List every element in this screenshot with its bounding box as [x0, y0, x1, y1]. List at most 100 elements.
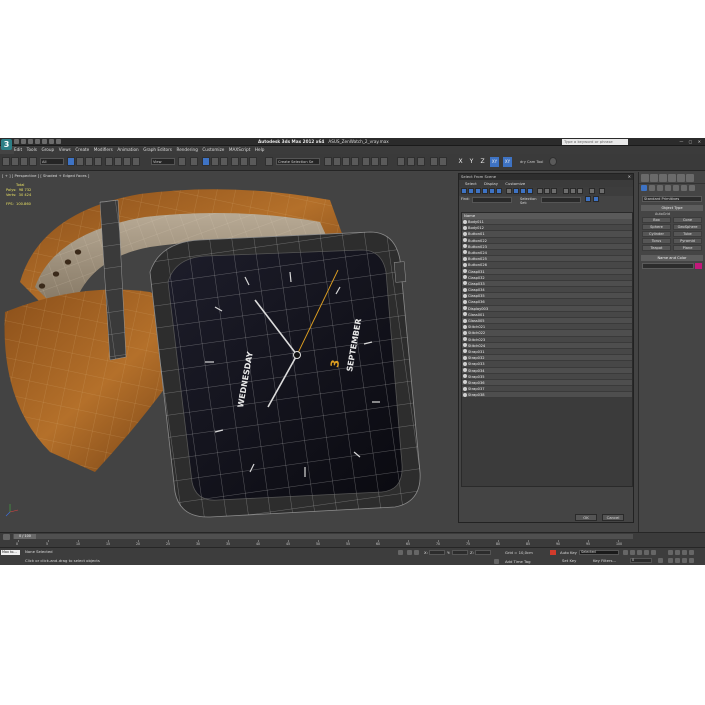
object-name-input[interactable]	[642, 263, 694, 269]
menu-item-graph-editors[interactable]: Graph Editors	[143, 146, 172, 154]
app-logo[interactable]: 3	[1, 139, 12, 150]
modify-tab-icon[interactable]	[650, 174, 658, 182]
window-controls[interactable]: — ▢ ✕	[679, 139, 703, 144]
display-xrefs-icon[interactable]	[513, 188, 519, 194]
x-coordinate-field[interactable]	[429, 550, 445, 555]
key-mode-dropdown[interactable]: Selected	[579, 550, 619, 555]
edit-named-selection-icon[interactable]	[231, 157, 239, 166]
hierarchy-tab-icon[interactable]	[659, 174, 667, 182]
select-none-icon[interactable]	[570, 188, 576, 194]
menu-item-tools[interactable]: Tools	[27, 146, 37, 154]
axis-x-button[interactable]: X	[456, 157, 465, 167]
goto-start-icon[interactable]	[623, 550, 628, 555]
environment-icon[interactable]	[439, 157, 447, 166]
display-shapes-icon[interactable]	[468, 188, 474, 194]
orbit-icon[interactable]	[682, 558, 687, 563]
schematic-view-icon[interactable]	[342, 157, 350, 166]
link-icon[interactable]	[20, 157, 28, 166]
systems-icon[interactable]	[689, 185, 695, 191]
display-containers-icon[interactable]	[527, 188, 533, 194]
select-object-icon[interactable]	[67, 157, 75, 166]
dialog-menu-display[interactable]: Display	[484, 180, 498, 187]
cone-button[interactable]: Cone	[673, 217, 702, 223]
percent-snap-icon[interactable]	[211, 157, 219, 166]
hold-icon[interactable]	[49, 139, 54, 144]
display-helpers-icon[interactable]	[489, 188, 495, 194]
zoom-icon[interactable]	[668, 550, 673, 555]
named-selection-dropdown[interactable]: Create Selection Se	[276, 158, 320, 165]
display-spacewarps-icon[interactable]	[496, 188, 502, 194]
previous-frame-icon[interactable]	[630, 550, 635, 555]
display-geometry-icon[interactable]	[461, 188, 467, 194]
ok-button[interactable]: OK	[575, 514, 597, 521]
selection-set-icon[interactable]	[585, 196, 591, 202]
geosphere-button[interactable]: GeoSphere	[673, 224, 702, 230]
box-button[interactable]: Box	[642, 217, 671, 223]
menu-item-help[interactable]: Help	[255, 146, 265, 154]
align-icon[interactable]	[249, 157, 257, 166]
autogrid-checkbox[interactable]: AutoGrid	[655, 212, 705, 216]
geometry-icon[interactable]	[641, 185, 647, 191]
transform-mode-icon[interactable]	[414, 550, 419, 555]
maxscript-listener[interactable]: Max to...	[1, 550, 20, 555]
redo-icon[interactable]	[42, 139, 47, 144]
pivot-center-icon[interactable]	[178, 157, 186, 166]
sphere-button[interactable]: Sphere	[642, 224, 671, 230]
redo-icon[interactable]	[11, 157, 19, 166]
menu-item-create[interactable]: Create	[75, 146, 89, 154]
select-invert-icon[interactable]	[577, 188, 583, 194]
tube-button[interactable]: Tube	[673, 231, 702, 237]
display-bones-icon[interactable]	[520, 188, 526, 194]
time-tag-icon[interactable]	[494, 559, 499, 564]
dialog-menu-select[interactable]: Select	[465, 180, 477, 187]
time-slider-thumb[interactable]: 0 / 100	[14, 534, 36, 539]
selection-set-dropdown[interactable]	[541, 197, 581, 203]
cancel-button[interactable]: Cancel	[602, 514, 624, 521]
primitive-category-dropdown[interactable]: Standard Primitives	[642, 196, 702, 202]
create-tab-icon[interactable]	[641, 174, 649, 182]
next-frame-icon[interactable]	[644, 550, 649, 555]
menu-item-group[interactable]: Group	[41, 146, 54, 154]
window-crossing-icon[interactable]	[94, 157, 102, 166]
axis-y-button[interactable]: Y	[467, 157, 476, 167]
dialog-menu-customize[interactable]: Customize	[505, 180, 525, 187]
axis-xy-toggle-button[interactable]: XY	[503, 157, 512, 167]
rendered-frame-icon[interactable]	[371, 157, 379, 166]
display-none-icon[interactable]	[544, 188, 550, 194]
select-manipulate-icon[interactable]	[132, 157, 140, 166]
axis-xy-button[interactable]: XY	[490, 157, 499, 167]
axis-z-button[interactable]: Z	[478, 157, 487, 167]
goto-end-icon[interactable]	[651, 550, 656, 555]
rect-selection-icon[interactable]	[85, 157, 93, 166]
y-coordinate-field[interactable]	[452, 550, 468, 555]
menu-item-views[interactable]: Views	[59, 146, 71, 154]
graphite-icon[interactable]	[324, 157, 332, 166]
isolate-icon[interactable]	[398, 550, 403, 555]
menu-item-rendering[interactable]: Rendering	[176, 146, 197, 154]
display-groups-icon[interactable]	[506, 188, 512, 194]
open-file-icon[interactable]	[21, 139, 26, 144]
menu-item-modifiers[interactable]: Modifiers	[94, 146, 113, 154]
sync-selection-icon[interactable]	[589, 188, 595, 194]
time-config-icon[interactable]	[658, 558, 663, 563]
auto-key-button[interactable]: Auto Key	[560, 550, 577, 555]
viewport-label[interactable]: [ + ] [ Perspective ] [ Shaded + Edged F…	[2, 173, 89, 178]
plane-button[interactable]: Plane	[673, 245, 702, 251]
time-slider[interactable]: 0 / 100	[13, 534, 633, 539]
vray-frame-icon[interactable]	[407, 157, 415, 166]
snap-toggle-icon[interactable]	[190, 157, 198, 166]
display-all-icon[interactable]	[537, 188, 543, 194]
help-search-input[interactable]: Type a keyword or phrase	[562, 139, 628, 145]
display-tab-icon[interactable]	[677, 174, 685, 182]
curve-editor-icon[interactable]	[333, 157, 341, 166]
name-and-color-rollout[interactable]: Name and Color	[641, 255, 703, 261]
spacewarps-icon[interactable]	[681, 185, 687, 191]
edit-selection-set-icon[interactable]	[593, 196, 599, 202]
save-file-icon[interactable]	[28, 139, 33, 144]
undo-icon[interactable]	[35, 139, 40, 144]
zoom-extents-icon[interactable]	[682, 550, 687, 555]
add-time-tag-button[interactable]: Add Time Tag	[505, 559, 530, 564]
play-icon[interactable]	[637, 550, 642, 555]
vray-icon[interactable]	[397, 157, 405, 166]
render-production-icon[interactable]	[380, 157, 388, 166]
